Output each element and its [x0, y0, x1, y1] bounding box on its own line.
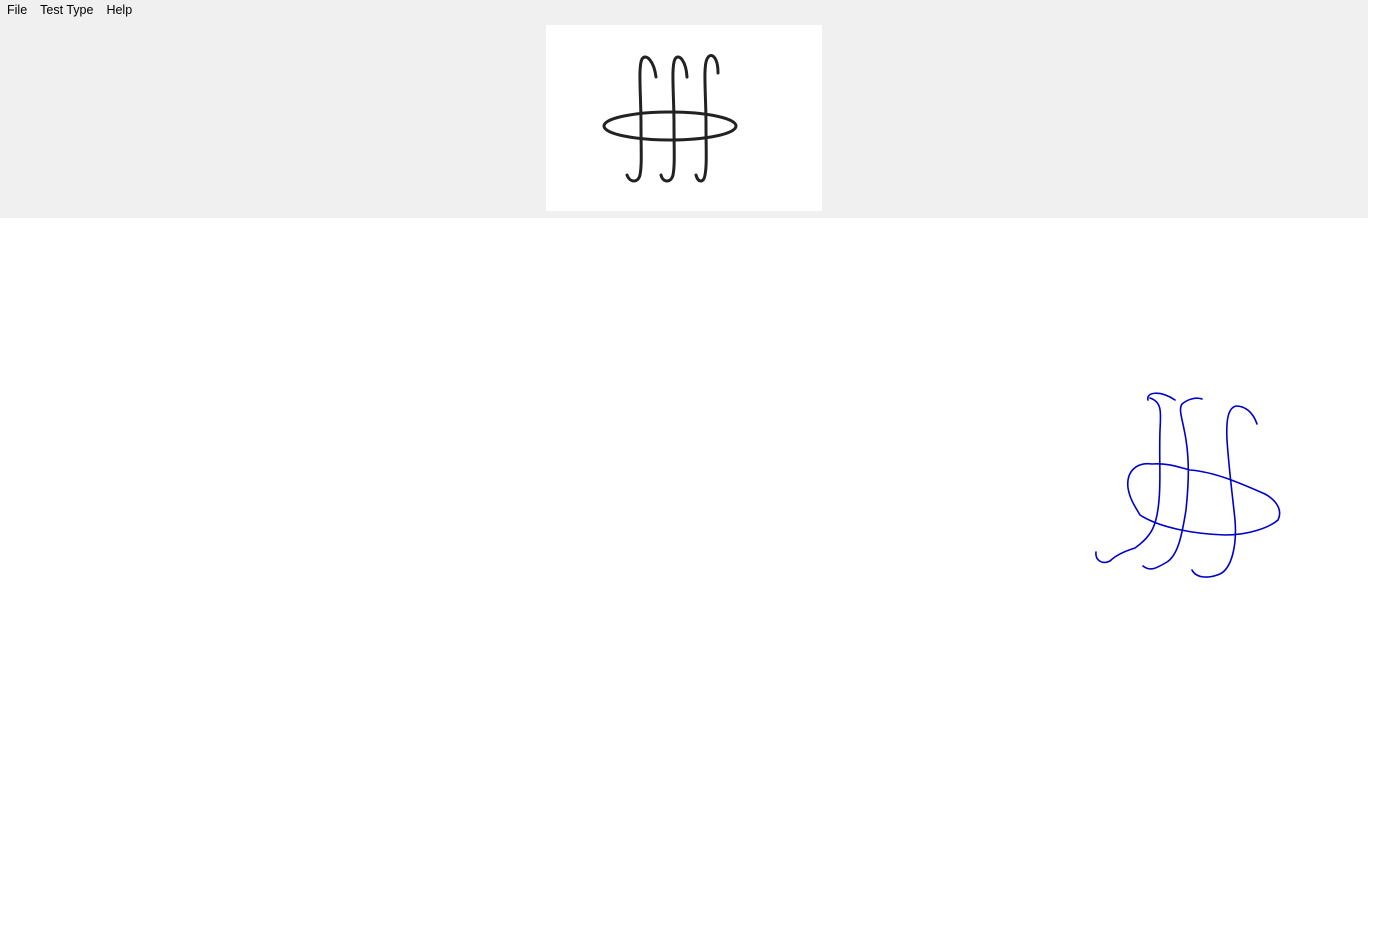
user-hook-3 — [1191, 405, 1258, 578]
reference-hook-2 — [659, 55, 689, 183]
menu-test-type[interactable]: Test Type — [33, 0, 99, 20]
reference-ellipse — [602, 110, 738, 142]
menu-file[interactable]: File — [0, 0, 33, 20]
reference-image — [546, 25, 822, 211]
reference-hook-1 — [625, 55, 658, 183]
menu-bar: File Test Type Help — [0, 0, 138, 20]
app-window: File Test Type Help — [0, 0, 1381, 925]
user-ellipse — [1127, 462, 1281, 536]
drawing-canvas[interactable] — [0, 218, 1381, 925]
user-drawing — [1095, 392, 1281, 578]
top-panel: File Test Type Help — [0, 0, 1368, 218]
user-hook-2 — [1142, 397, 1203, 570]
user-hook-1 — [1095, 392, 1176, 564]
reference-hook-3 — [694, 54, 720, 183]
menu-help[interactable]: Help — [99, 0, 138, 20]
reference-glyph — [602, 54, 738, 183]
